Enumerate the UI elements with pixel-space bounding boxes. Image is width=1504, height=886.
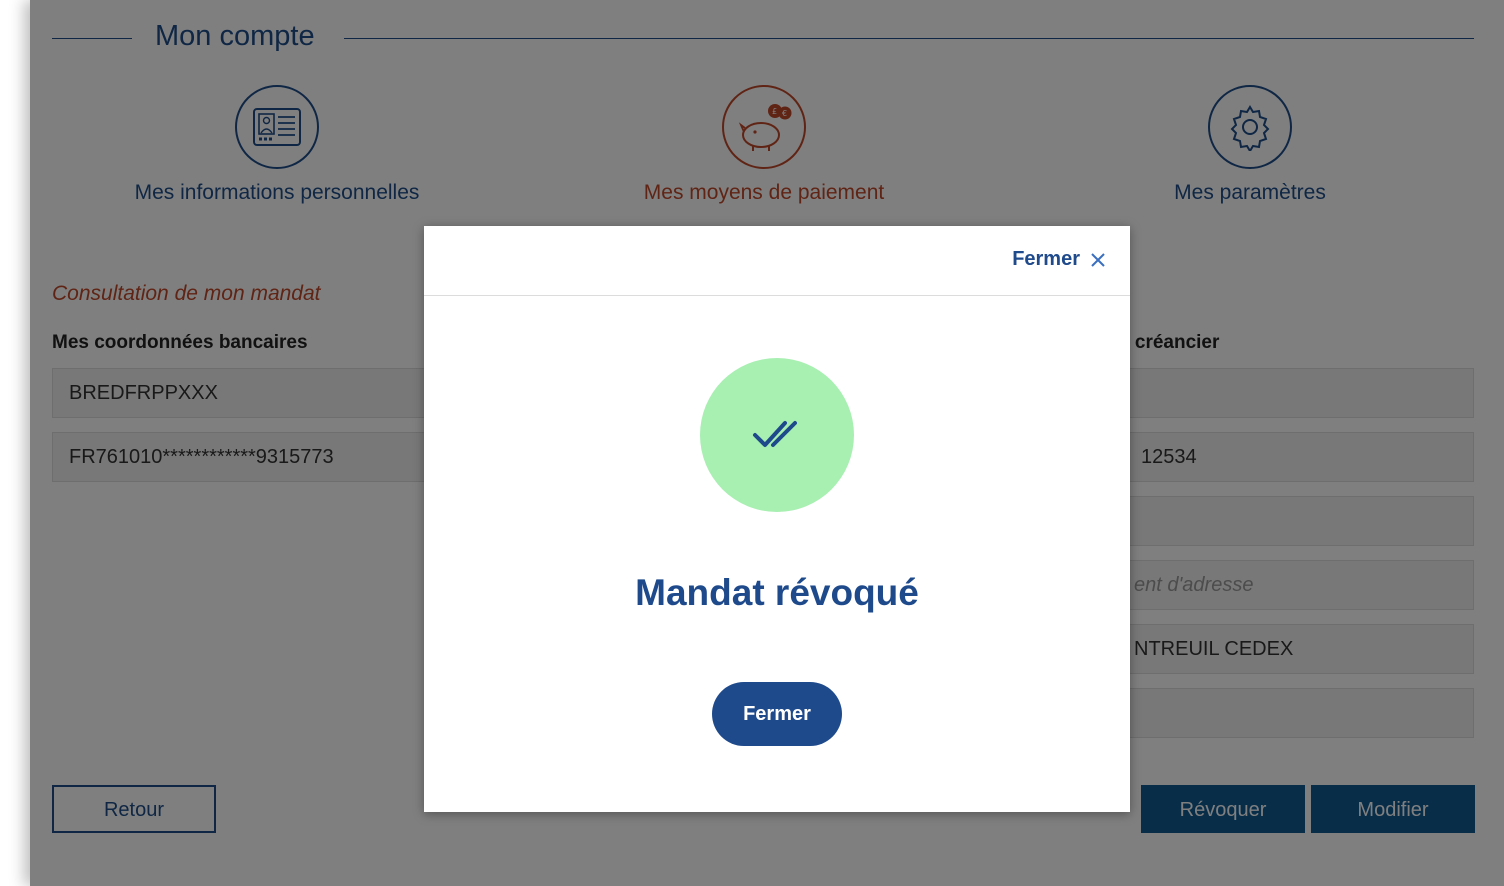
modal-close-link-label: Fermer <box>1012 248 1080 270</box>
close-icon <box>1091 252 1105 267</box>
success-badge <box>700 358 854 512</box>
double-check-icon <box>753 421 797 447</box>
revocation-modal: Fermer Mandat révoqué Fermer <box>424 226 1130 812</box>
modal-title: Mandat révoqué <box>635 572 919 613</box>
modal-close-link[interactable]: Fermer <box>1012 248 1106 271</box>
modal-close-button[interactable]: Fermer <box>712 682 842 746</box>
modal-header: Fermer <box>424 226 1130 296</box>
